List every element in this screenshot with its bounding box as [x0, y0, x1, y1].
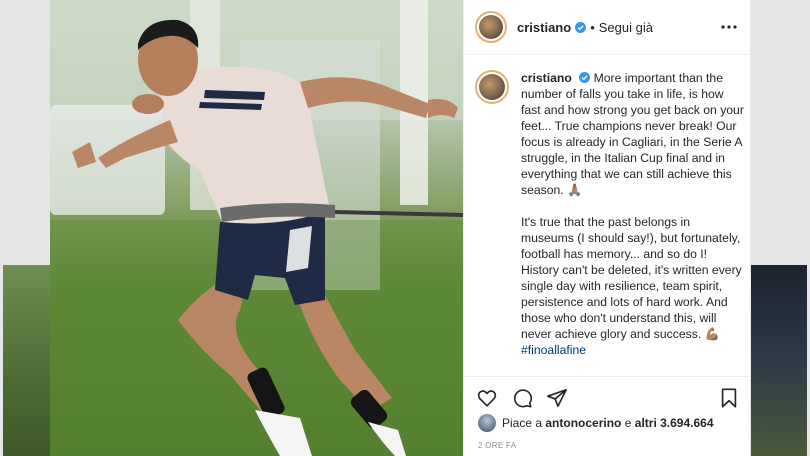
flexed-biceps-emoji: 💪🏽	[704, 327, 720, 341]
caption-body-1: More important than the number of falls …	[521, 71, 744, 197]
heart-icon[interactable]	[476, 387, 498, 409]
hashtag-link[interactable]: #finoallafine	[521, 342, 745, 358]
caption-text: cristiano More important than the number…	[521, 70, 745, 358]
background-right	[750, 0, 810, 456]
background-thumbnail-right	[751, 265, 807, 456]
verified-badge-icon	[575, 21, 587, 33]
likes-summary: Piace a antonocerino e altri 3.694.664	[478, 414, 714, 432]
more-options-icon[interactable]	[721, 20, 737, 34]
player-illustration	[50, 0, 463, 456]
liker-avatar[interactable]	[478, 414, 496, 432]
caption-avatar[interactable]	[475, 70, 509, 104]
likes-conjunction: e	[624, 416, 632, 430]
caption-paragraph-2: It's true that the past belongs in museu…	[521, 214, 745, 342]
caption-username[interactable]: cristiano	[521, 71, 572, 85]
bookmark-icon[interactable]	[718, 387, 740, 409]
likes-prefix: Piace a	[502, 416, 543, 430]
caption: cristiano More important than the number…	[475, 70, 745, 358]
caption-body-2: It's true that the past belongs in museu…	[521, 215, 742, 341]
share-icon[interactable]	[546, 387, 568, 409]
background-left	[0, 0, 50, 456]
likes-count[interactable]: altri 3.694.664	[635, 416, 714, 430]
caption-paragraph-1: cristiano More important than the number…	[521, 70, 745, 198]
caption-verified-badge-icon	[579, 72, 591, 83]
post-timestamp[interactable]: 2 ORE FA	[478, 441, 516, 450]
background-thumbnail-left	[3, 265, 50, 456]
profile-avatar[interactable]	[475, 11, 507, 43]
post-photo[interactable]	[50, 0, 463, 456]
post-panel: cristiano • Segui già cristiano More imp…	[463, 0, 751, 456]
pray-emoji: 🙏🏽	[567, 183, 583, 197]
header-username[interactable]: cristiano	[517, 20, 571, 35]
follow-status-button[interactable]: Segui già	[599, 20, 653, 35]
header-separator: •	[590, 19, 595, 35]
post-header: cristiano • Segui già	[464, 0, 751, 55]
action-bar	[464, 376, 751, 416]
liker-username[interactable]: antonocerino	[545, 416, 621, 430]
comment-icon[interactable]	[511, 387, 533, 409]
